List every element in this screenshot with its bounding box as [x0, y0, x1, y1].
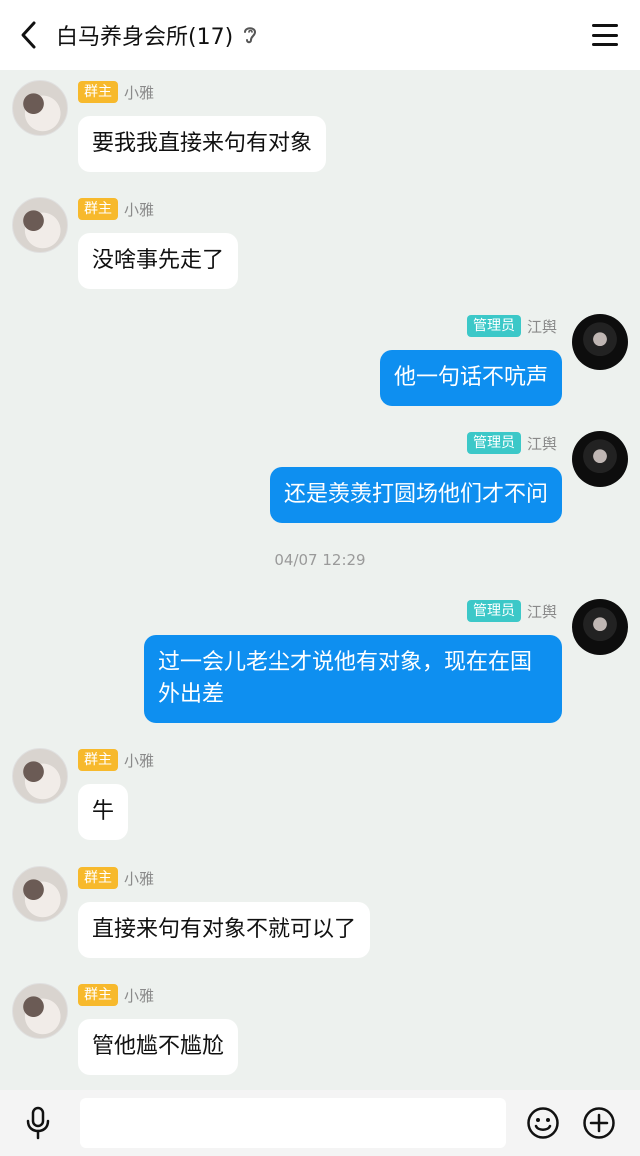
message-bubble[interactable]: 没啥事先走了	[78, 233, 239, 289]
sender-meta: 管理员 江舆	[466, 599, 557, 623]
sender-name: 江舆	[526, 434, 557, 453]
input-bar	[0, 1090, 640, 1156]
role-badge: 群主	[78, 81, 118, 103]
sender-name: 小雅	[124, 986, 155, 1005]
role-badge: 管理员	[466, 315, 521, 337]
sender-meta: 群主 小雅	[78, 983, 154, 1007]
message-bubble[interactable]: 还是羡羡打圆场他们才不问	[269, 467, 562, 523]
sender-meta: 群主 小雅	[78, 748, 154, 772]
sender-meta: 群主 小雅	[78, 80, 154, 104]
sender-meta: 群主 小雅	[78, 866, 154, 890]
message-input[interactable]	[80, 1098, 506, 1148]
sender-name: 江舆	[526, 602, 557, 621]
sender-meta: 管理员 江舆	[466, 314, 557, 338]
sender-name: 江舆	[526, 317, 557, 336]
ear-icon	[241, 24, 259, 46]
role-badge: 群主	[78, 984, 118, 1006]
sender-name: 小雅	[124, 751, 155, 770]
avatar[interactable]	[12, 866, 68, 922]
menu-button[interactable]	[592, 22, 618, 48]
sender-name: 小雅	[124, 83, 155, 102]
chevron-left-icon	[21, 21, 36, 49]
back-button[interactable]	[12, 18, 44, 52]
menu-icon-bar	[592, 43, 618, 46]
message-bubble[interactable]: 过一会儿老尘才说他有对象，现在在国外出差	[144, 635, 562, 723]
avatar[interactable]	[572, 314, 628, 370]
timestamp: 04/07 12:29	[274, 551, 366, 569]
avatar[interactable]	[12, 983, 68, 1039]
more-button[interactable]	[582, 1106, 616, 1140]
role-badge: 管理员	[466, 432, 521, 454]
message-bubble[interactable]: 牛	[78, 784, 129, 840]
message-bubble[interactable]: 直接来句有对象不就可以了	[78, 902, 371, 958]
sender-meta: 群主 小雅	[78, 197, 154, 221]
chat-header: 白马养身会所(17)	[0, 0, 640, 70]
sender-name: 小雅	[124, 200, 155, 219]
plus-icon	[583, 1107, 615, 1139]
message-bubble[interactable]: 他一句话不吭声	[379, 350, 562, 406]
microphone-icon	[26, 1106, 50, 1140]
title-wrap: 白马养身会所(17)	[56, 0, 259, 70]
role-badge: 管理员	[466, 600, 521, 622]
menu-icon-bar	[592, 33, 618, 37]
message-bubble[interactable]: 管他尴不尴尬	[78, 1019, 239, 1075]
sender-name: 小雅	[124, 869, 155, 888]
emoji-icon	[527, 1107, 559, 1139]
role-badge: 群主	[78, 198, 118, 220]
role-badge: 群主	[78, 749, 118, 771]
role-badge: 群主	[78, 867, 118, 889]
avatar[interactable]	[12, 197, 68, 253]
avatar[interactable]	[12, 748, 68, 804]
avatar[interactable]	[572, 431, 628, 487]
message-bubble[interactable]: 要我我直接来句有对象	[78, 116, 327, 172]
voice-button[interactable]	[22, 1106, 54, 1140]
chat-title: 白马养身会所(17)	[56, 25, 234, 50]
avatar[interactable]	[12, 80, 68, 136]
avatar[interactable]	[572, 599, 628, 655]
menu-icon-bar	[592, 24, 618, 27]
sender-meta: 管理员 江舆	[466, 431, 557, 455]
emoji-button[interactable]	[526, 1106, 560, 1140]
